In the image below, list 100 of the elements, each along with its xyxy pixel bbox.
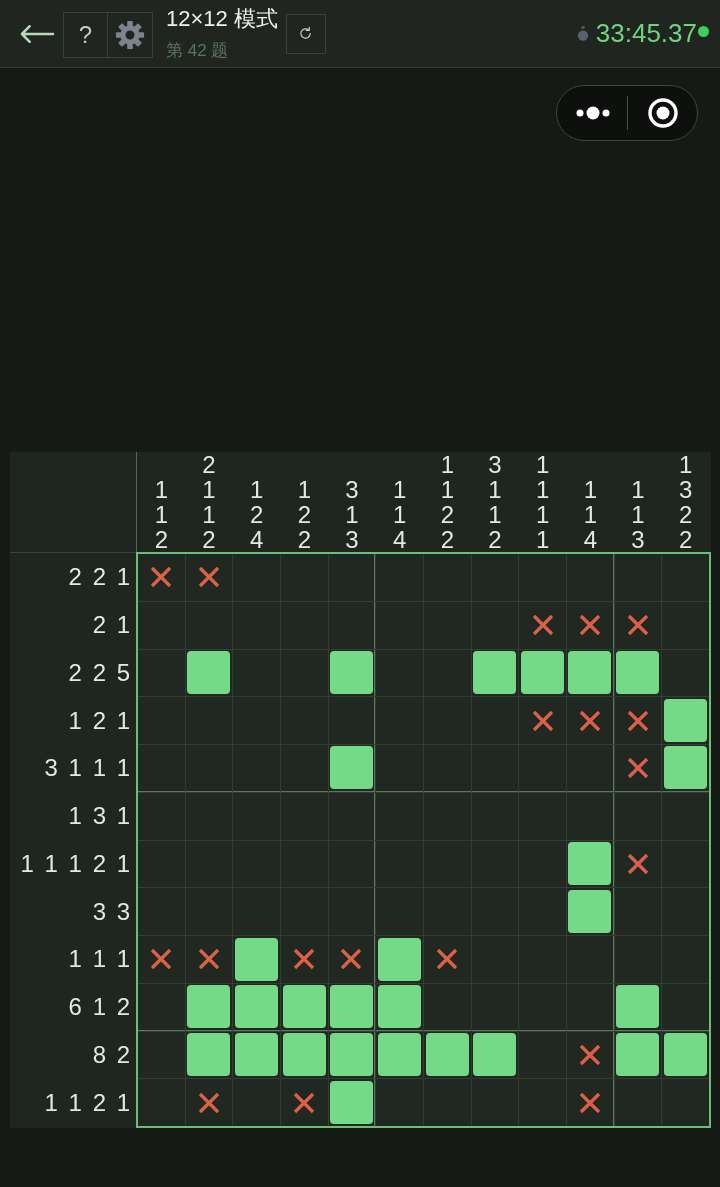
grid-cell[interactable] <box>138 554 185 601</box>
grid-cell[interactable] <box>519 983 566 1031</box>
grid-cell[interactable] <box>662 888 709 935</box>
grid-cell[interactable] <box>185 792 233 840</box>
grid-cell[interactable] <box>662 983 709 1031</box>
grid-cell[interactable] <box>567 840 614 888</box>
grid-cell[interactable] <box>424 1031 471 1079</box>
grid-cell[interactable] <box>519 697 566 744</box>
grid-cell[interactable] <box>567 601 614 649</box>
grid-cell[interactable] <box>471 745 519 792</box>
grid-cell[interactable] <box>614 983 662 1031</box>
grid-cell[interactable] <box>281 792 328 840</box>
grid-cell[interactable] <box>614 649 662 697</box>
grid-cell[interactable] <box>138 936 185 983</box>
grid-cell[interactable] <box>281 554 328 601</box>
grid-cell[interactable] <box>328 983 376 1031</box>
grid-cell[interactable] <box>519 745 566 792</box>
grid-cell[interactable] <box>233 792 280 840</box>
grid-cell[interactable] <box>662 649 709 697</box>
grid-cell[interactable] <box>138 745 185 792</box>
grid-cell[interactable] <box>376 745 423 792</box>
grid-cell[interactable] <box>519 649 566 697</box>
grid-cell[interactable] <box>138 697 185 744</box>
grid-cell[interactable] <box>614 840 662 888</box>
grid-cell[interactable] <box>138 792 185 840</box>
grid-cell[interactable] <box>281 745 328 792</box>
grid-cell[interactable] <box>185 983 233 1031</box>
grid-cell[interactable] <box>233 936 280 983</box>
help-button[interactable]: ? <box>63 11 108 58</box>
grid-cell[interactable] <box>662 601 709 649</box>
grid-cell[interactable] <box>471 983 519 1031</box>
grid-cell[interactable] <box>567 792 614 840</box>
grid-cell[interactable] <box>328 697 376 744</box>
grid-cell[interactable] <box>138 983 185 1031</box>
grid-cell[interactable] <box>328 601 376 649</box>
grid-cell[interactable] <box>138 649 185 697</box>
grid-cell[interactable] <box>424 1079 471 1126</box>
grid-cell[interactable] <box>662 745 709 792</box>
grid-cell[interactable] <box>519 601 566 649</box>
grid-cell[interactable] <box>185 936 233 983</box>
grid-cell[interactable] <box>138 601 185 649</box>
refresh-button[interactable] <box>285 13 326 54</box>
grid-cell[interactable] <box>376 601 423 649</box>
grid-cell[interactable] <box>328 1031 376 1079</box>
grid-cell[interactable] <box>376 983 423 1031</box>
grid-cell[interactable] <box>519 1031 566 1079</box>
grid-cell[interactable] <box>328 840 376 888</box>
grid-cell[interactable] <box>376 792 423 840</box>
grid-cell[interactable] <box>614 745 662 792</box>
grid-cell[interactable] <box>614 888 662 935</box>
grid-cell[interactable] <box>614 1079 662 1126</box>
grid-cell[interactable] <box>328 936 376 983</box>
grid-cell[interactable] <box>185 745 233 792</box>
grid-cell[interactable] <box>376 1079 423 1126</box>
grid-cell[interactable] <box>424 554 471 601</box>
grid-cell[interactable] <box>328 649 376 697</box>
more-dots-icon[interactable] <box>576 106 610 120</box>
grid-cell[interactable] <box>567 1079 614 1126</box>
grid-cell[interactable] <box>233 1079 280 1126</box>
grid-cell[interactable] <box>614 697 662 744</box>
grid-cell[interactable] <box>138 888 185 935</box>
grid-cell[interactable] <box>328 554 376 601</box>
grid-cell[interactable] <box>567 697 614 744</box>
grid-cell[interactable] <box>328 1079 376 1126</box>
grid-cell[interactable] <box>567 936 614 983</box>
grid-cell[interactable] <box>662 936 709 983</box>
grid-cell[interactable] <box>376 840 423 888</box>
grid-cell[interactable] <box>424 983 471 1031</box>
grid-cell[interactable] <box>471 554 519 601</box>
grid-cell[interactable] <box>662 1031 709 1079</box>
grid-cell[interactable] <box>519 1079 566 1126</box>
grid-cell[interactable] <box>376 888 423 935</box>
grid-cell[interactable] <box>614 601 662 649</box>
grid-cell[interactable] <box>662 840 709 888</box>
grid-cell[interactable] <box>614 1031 662 1079</box>
back-arrow-icon[interactable] <box>20 23 55 44</box>
grid-cell[interactable] <box>662 554 709 601</box>
grid-cell[interactable] <box>328 745 376 792</box>
grid-cell[interactable] <box>567 554 614 601</box>
grid-cell[interactable] <box>567 983 614 1031</box>
grid-cell[interactable] <box>471 649 519 697</box>
grid-cell[interactable] <box>138 1031 185 1079</box>
grid-cell[interactable] <box>281 1031 328 1079</box>
grid-cell[interactable] <box>424 745 471 792</box>
grid-cell[interactable] <box>567 649 614 697</box>
grid-cell[interactable] <box>138 840 185 888</box>
grid-cell[interactable] <box>614 554 662 601</box>
grid-cell[interactable] <box>567 745 614 792</box>
grid-cell[interactable] <box>376 936 423 983</box>
grid-cell[interactable] <box>471 1031 519 1079</box>
grid-cell[interactable] <box>662 697 709 744</box>
grid-cell[interactable] <box>424 936 471 983</box>
grid-cell[interactable] <box>328 792 376 840</box>
grid-cell[interactable] <box>185 1031 233 1079</box>
grid-cell[interactable] <box>471 792 519 840</box>
grid-cell[interactable] <box>233 554 280 601</box>
target-icon[interactable] <box>648 98 678 128</box>
grid-cell[interactable] <box>567 888 614 935</box>
grid-cell[interactable] <box>376 649 423 697</box>
grid-cell[interactable] <box>185 1079 233 1126</box>
